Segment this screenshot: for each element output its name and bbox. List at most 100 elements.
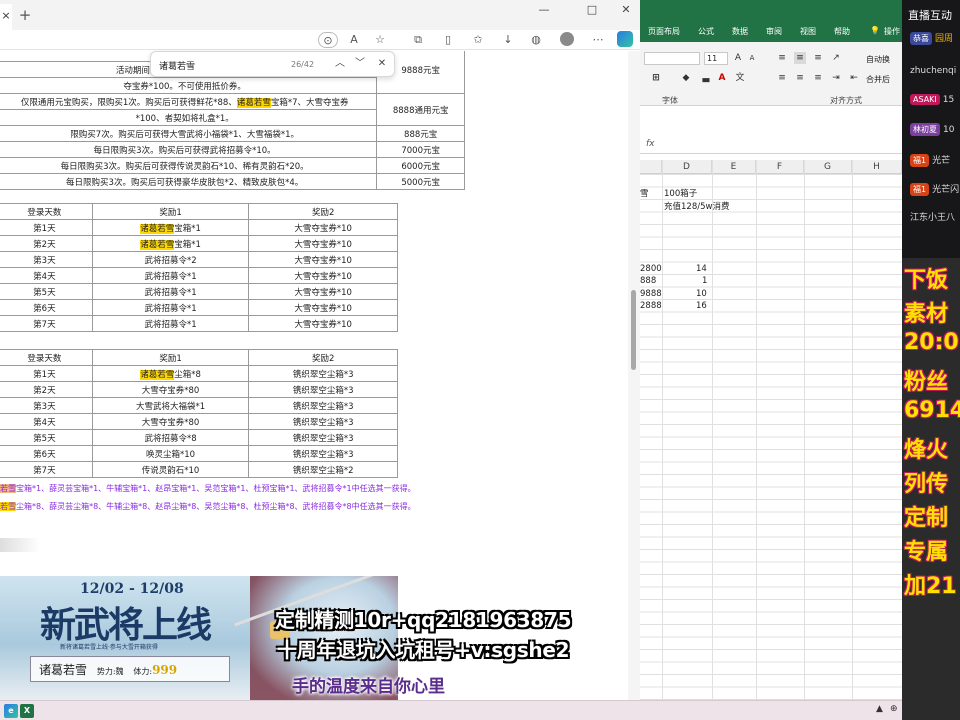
- column-header-d[interactable]: D: [662, 160, 712, 174]
- tab-tell-me[interactable]: 操作: [884, 26, 900, 37]
- cell-c7[interactable]: 888: [640, 276, 656, 286]
- find-next-button[interactable]: ﹀: [353, 57, 367, 71]
- maximize-button[interactable]: □: [582, 3, 602, 16]
- network-icon[interactable]: ⊕: [890, 704, 898, 714]
- font-name-select[interactable]: [644, 52, 700, 65]
- align-bottom-icon[interactable]: ≡: [812, 52, 824, 64]
- lightbulb-icon[interactable]: 💡: [870, 26, 880, 35]
- chat-row: 福1 光芒: [910, 153, 950, 167]
- table-cell: 仅限通用元宝购买，限购买1次。购买后可获得鲜花*88、诸葛若雪宝箱*7、大雪夺宝…: [0, 93, 378, 110]
- banner-date: 12/02 - 12/08: [80, 581, 184, 597]
- cell-c1[interactable]: 雪: [640, 187, 649, 199]
- announcement-line: 粉丝: [904, 370, 949, 395]
- table-row: 第3天 武将招募令*2 大雪夺宝券*10: [0, 251, 398, 268]
- decrease-font-icon[interactable]: A: [746, 52, 758, 64]
- vertical-scrollbar[interactable]: [628, 51, 640, 700]
- align-top-icon[interactable]: ≡: [776, 52, 788, 64]
- read-aloud-icon[interactable]: A: [346, 32, 362, 48]
- cell-c6[interactable]: 2800: [640, 264, 662, 274]
- new-tab-button[interactable]: +: [16, 6, 34, 24]
- minimize-button[interactable]: —: [534, 3, 554, 16]
- increase-font-icon[interactable]: A: [732, 52, 744, 64]
- table-cell: 镌织翠空尘箱*3: [248, 429, 398, 446]
- font-size-select[interactable]: 11: [704, 52, 728, 65]
- copilot-icon[interactable]: [617, 31, 633, 47]
- column-header-e[interactable]: E: [712, 160, 756, 174]
- wrap-text-button[interactable]: 自动换: [866, 54, 890, 65]
- search-highlight: 诸葛若雪: [236, 97, 271, 108]
- performance-icon[interactable]: ◍: [528, 32, 544, 48]
- close-window-button[interactable]: ✕: [616, 3, 636, 16]
- cell-text: 尘箱*8: [174, 369, 201, 380]
- merge-center-button[interactable]: 合并后: [866, 74, 890, 85]
- split-screen-icon[interactable]: ▯: [440, 32, 456, 48]
- phonetic-icon[interactable]: 文: [734, 72, 746, 84]
- table-cell: 武将招募令*1: [91, 299, 250, 316]
- table-cell: 第2天: [0, 235, 93, 252]
- table-row: 每日限购买3次。购买后可获得传说灵韵石*10、稀有灵韵石*20。 6000元宝: [0, 157, 465, 174]
- favorites-icon[interactable]: ✩: [470, 32, 486, 48]
- cell-d8[interactable]: 10: [696, 289, 707, 299]
- find-previous-button[interactable]: ︿: [333, 57, 347, 71]
- orientation-icon[interactable]: ↗: [830, 52, 842, 64]
- table-cell: 诸葛若雪尘箱*8: [91, 365, 250, 382]
- find-close-button[interactable]: ✕: [375, 57, 389, 71]
- column-header-g[interactable]: G: [804, 160, 852, 174]
- table-cell: 诸葛若雪宝箱*1: [91, 235, 250, 252]
- extensions-icon[interactable]: ⧉: [410, 32, 426, 48]
- profile-avatar[interactable]: [560, 32, 574, 46]
- cell-d7[interactable]: 1: [702, 276, 707, 286]
- chat-text: 15: [942, 95, 955, 105]
- cell-d2[interactable]: 充值128/5w消费: [664, 200, 729, 212]
- cell-c9[interactable]: 2888: [640, 301, 662, 311]
- table-cell: 大雪夺宝券*10: [248, 267, 398, 284]
- align-left-icon[interactable]: ≡: [776, 72, 788, 84]
- cell-d1[interactable]: 100箱子: [664, 187, 697, 199]
- cell-d6[interactable]: 14: [696, 264, 707, 274]
- column-headers: D E F G H: [640, 160, 902, 174]
- fill-color-icon[interactable]: ◆: [680, 72, 692, 84]
- column-header-h[interactable]: H: [852, 160, 902, 174]
- align-middle-icon[interactable]: ≡: [794, 52, 806, 64]
- indent-icon[interactable]: ⇥: [830, 72, 842, 84]
- hero-faction: 势力:魏: [96, 667, 124, 676]
- scrollbar-thumb[interactable]: [631, 290, 636, 370]
- font-color-icon[interactable]: A: [716, 72, 728, 84]
- fade-divider: [0, 538, 40, 552]
- table-cell: 第5天: [0, 429, 93, 446]
- formula-bar[interactable]: fx: [640, 136, 902, 154]
- align-center-icon[interactable]: ≡: [794, 72, 806, 84]
- tab-page-layout[interactable]: 页面布局: [648, 26, 680, 37]
- highlight-color-icon[interactable]: ▃: [700, 72, 712, 84]
- column-header: 奖励1: [91, 349, 250, 366]
- tab-formulas[interactable]: 公式: [698, 26, 714, 37]
- find-input[interactable]: 诸葛若雪: [159, 59, 195, 72]
- cell-d9[interactable]: 16: [696, 301, 707, 311]
- worksheet-grid[interactable]: [640, 174, 902, 700]
- table-row: 第7天 传说灵韵石*10 镌织翠空尘箱*2: [0, 461, 398, 478]
- chat-text: 10: [943, 125, 955, 135]
- table-cell: 武将招募令*2: [91, 251, 250, 268]
- tab-view[interactable]: 视图: [800, 26, 816, 37]
- cell-c8[interactable]: 9888: [640, 289, 662, 299]
- tab-data[interactable]: 数据: [732, 26, 748, 37]
- align-right-icon[interactable]: ≡: [812, 72, 824, 84]
- tab-close-button[interactable]: ×: [0, 4, 12, 30]
- table-cell: 大雪武将大福袋*1: [91, 397, 250, 414]
- downloads-icon[interactable]: ↓: [500, 32, 516, 48]
- tab-help[interactable]: 帮助: [834, 26, 850, 37]
- more-menu-icon[interactable]: ⋯: [590, 32, 606, 48]
- bold-icon[interactable]: ⊞: [650, 72, 662, 84]
- favorite-star-icon[interactable]: ☆: [372, 32, 388, 48]
- column-header-c[interactable]: [640, 160, 662, 174]
- chat-text: 园周: [935, 34, 954, 44]
- reader-icon[interactable]: ⊙: [318, 32, 338, 48]
- edge-taskbar-icon[interactable]: e: [4, 704, 18, 718]
- banner-title: 新武将上线: [40, 604, 212, 646]
- hero-stamina: 999: [152, 663, 178, 677]
- outdent-icon[interactable]: ⇤: [848, 72, 860, 84]
- tray-arrow-icon[interactable]: ▲: [876, 704, 883, 714]
- tab-review[interactable]: 审阅: [766, 26, 782, 37]
- column-header-f[interactable]: F: [756, 160, 804, 174]
- excel-taskbar-icon[interactable]: X: [20, 704, 34, 718]
